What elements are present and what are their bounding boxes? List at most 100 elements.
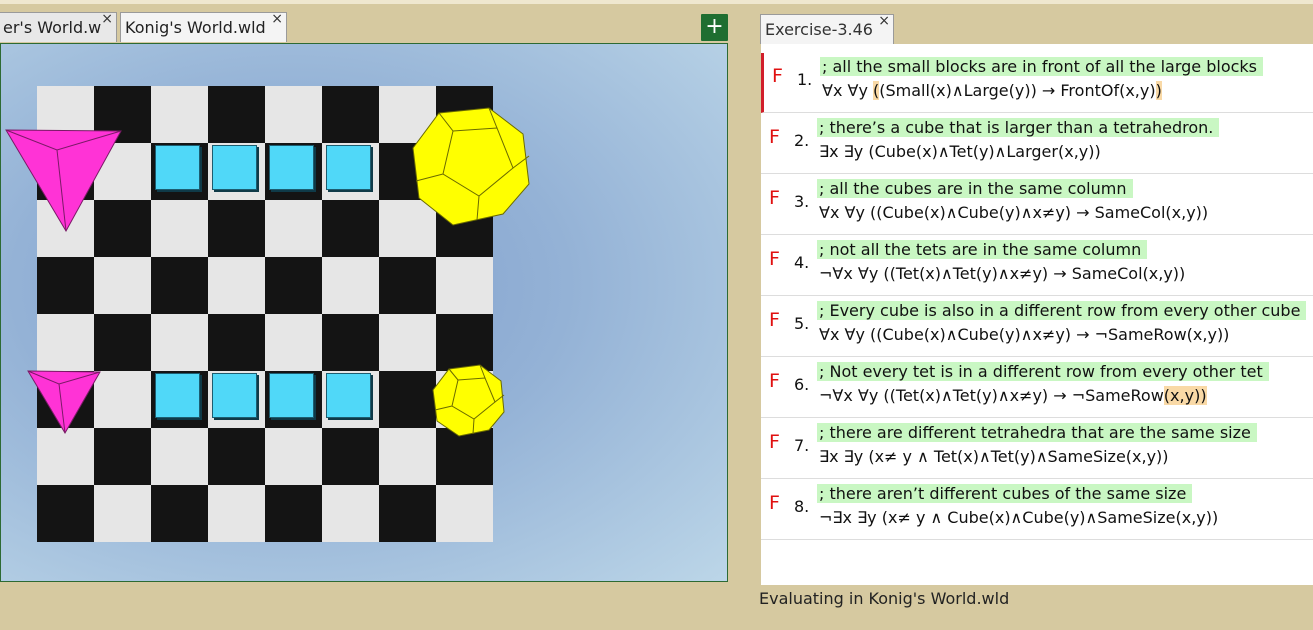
board-square[interactable] bbox=[322, 485, 379, 542]
board-square[interactable] bbox=[436, 314, 493, 371]
cube-block[interactable] bbox=[212, 145, 257, 190]
small-tetrahedron[interactable] bbox=[27, 370, 103, 435]
board-square[interactable] bbox=[436, 485, 493, 542]
sentence-formula[interactable]: ∀x ∀y ((Small(x)∧Large(y)) → FrontOf(x,y… bbox=[822, 81, 1162, 100]
close-icon[interactable]: × bbox=[101, 13, 113, 34]
board-square[interactable] bbox=[151, 86, 208, 143]
cube-block[interactable] bbox=[269, 145, 314, 190]
board-square[interactable] bbox=[265, 86, 322, 143]
board-square[interactable] bbox=[208, 86, 265, 143]
sentence-row[interactable]: F 4. ; not all the tets are in the same co… bbox=[761, 236, 1313, 296]
board-square[interactable] bbox=[265, 428, 322, 485]
board-square[interactable] bbox=[208, 257, 265, 314]
sentence-comment[interactable]: ; there aren’t different cubes of the sa… bbox=[817, 484, 1193, 503]
formula-part: ¬∃x ∃y (x≠ y ∧ Cube(x)∧Cube(y)∧SameSize(… bbox=[819, 508, 1219, 527]
world-canvas[interactable] bbox=[0, 43, 728, 582]
board-square[interactable] bbox=[379, 371, 436, 428]
formula-part: x,y bbox=[1170, 386, 1195, 405]
sentence-comment[interactable]: ; there are different tetrahedra that ar… bbox=[817, 423, 1257, 442]
large-dodecahedron[interactable] bbox=[411, 106, 531, 226]
sentence-comment[interactable]: ; there’s a cube that is larger than a t… bbox=[817, 118, 1220, 137]
sentence-formula[interactable]: ∀x ∀y ((Cube(x)∧Cube(y)∧x≠y) → SameCol(x… bbox=[819, 203, 1208, 222]
board-square[interactable] bbox=[322, 314, 379, 371]
board-square[interactable] bbox=[94, 314, 151, 371]
board-square[interactable] bbox=[208, 485, 265, 542]
cube-block[interactable] bbox=[212, 373, 257, 418]
board-square[interactable] bbox=[208, 200, 265, 257]
board-square[interactable] bbox=[265, 200, 322, 257]
status-text: Evaluating in Konig's World.wld bbox=[759, 589, 1010, 608]
cube-block[interactable] bbox=[155, 145, 200, 190]
board-square[interactable] bbox=[151, 257, 208, 314]
board-square[interactable] bbox=[37, 314, 94, 371]
board-square[interactable] bbox=[379, 485, 436, 542]
close-icon[interactable]: × bbox=[878, 6, 890, 36]
tab-label: Exercise-3.46 bbox=[765, 20, 873, 39]
sentence-formula[interactable]: ¬∀x ∀y ((Tet(x)∧Tet(y)∧x≠y) → SameCol(x,… bbox=[819, 264, 1185, 283]
board-square[interactable] bbox=[322, 428, 379, 485]
sentence-formula[interactable]: ∃x ∃y (Cube(x)∧Tet(y)∧Larger(x,y)) bbox=[819, 142, 1101, 161]
board-square[interactable] bbox=[208, 314, 265, 371]
board-square[interactable] bbox=[94, 428, 151, 485]
sentence-comment[interactable]: ; all the cubes are in the same column bbox=[817, 179, 1133, 198]
board-square[interactable] bbox=[37, 257, 94, 314]
cube-block[interactable] bbox=[326, 373, 371, 418]
top-strip bbox=[0, 0, 742, 4]
board-square[interactable] bbox=[208, 428, 265, 485]
verdict-false: F bbox=[772, 65, 783, 87]
verdict-false: F bbox=[769, 187, 780, 209]
sentence-row[interactable]: F 6. ; Not every tet is in a different row… bbox=[761, 358, 1313, 418]
board-square[interactable] bbox=[151, 314, 208, 371]
formula-part: ∃x ∃y (x≠ y ∧ Tet(x)∧Tet(y)∧SameSize(x,y… bbox=[819, 447, 1169, 466]
small-dodecahedron[interactable] bbox=[432, 364, 506, 438]
formula-part: ∀x ∀y bbox=[822, 81, 873, 100]
sentence-comment[interactable]: ; not all the tets are in the same colum… bbox=[817, 240, 1148, 259]
sentence-formula[interactable]: ∀x ∀y ((Cube(x)∧Cube(y)∧x≠y) → ¬SameRow(… bbox=[819, 325, 1229, 344]
sentence-formula[interactable]: ¬∃x ∃y (x≠ y ∧ Cube(x)∧Cube(y)∧SameSize(… bbox=[819, 508, 1218, 527]
cube-block[interactable] bbox=[326, 145, 371, 190]
large-tetrahedron[interactable] bbox=[5, 128, 125, 234]
board-square[interactable] bbox=[151, 485, 208, 542]
sentence-comment[interactable]: ; Every cube is also in a different row … bbox=[817, 301, 1307, 320]
verdict-false: F bbox=[769, 248, 780, 270]
close-icon[interactable]: × bbox=[271, 13, 283, 34]
verdict-false: F bbox=[769, 126, 780, 148]
board-square[interactable] bbox=[379, 428, 436, 485]
sentence-row[interactable]: F 8. ; there aren’t different cubes of the… bbox=[761, 480, 1313, 540]
formula-part: ∀x ∀y ((Cube(x)∧Cube(y)∧x≠y) → SameCol(x… bbox=[819, 203, 1209, 222]
board-square[interactable] bbox=[379, 314, 436, 371]
board-square[interactable] bbox=[94, 257, 151, 314]
verdict-false: F bbox=[769, 431, 780, 453]
tab-konigs-world[interactable]: Konig's World.wld × bbox=[120, 12, 287, 42]
board-square[interactable] bbox=[265, 314, 322, 371]
sentence-comment[interactable]: ; all the small blocks are in front of a… bbox=[820, 57, 1264, 76]
cube-block[interactable] bbox=[155, 373, 200, 418]
board-square[interactable] bbox=[436, 257, 493, 314]
sentence-row[interactable]: F 2. ; there’s a cube that is larger than … bbox=[761, 114, 1313, 174]
sentence-formula[interactable]: ¬∀x ∀y ((Tet(x)∧Tet(y)∧x≠y) → ¬SameRow(x… bbox=[819, 386, 1207, 405]
sentence-row[interactable]: F 5. ; Every cube is also in a different r… bbox=[761, 297, 1313, 357]
sentence-row[interactable]: F 3. ; all the cubes are in the same colum… bbox=[761, 175, 1313, 235]
tab-other-world[interactable]: er's World.w × bbox=[0, 12, 117, 42]
board-square[interactable] bbox=[37, 485, 94, 542]
cube-block[interactable] bbox=[269, 373, 314, 418]
sentence-number: 7. bbox=[794, 436, 810, 455]
sentence-comment[interactable]: ; Not every tet is in a different row fr… bbox=[817, 362, 1269, 381]
board-square[interactable] bbox=[37, 428, 94, 485]
sentence-row[interactable]: F 7. ; there are different tetrahedra that… bbox=[761, 419, 1313, 479]
board-square[interactable] bbox=[265, 257, 322, 314]
sentence-formula[interactable]: ∃x ∃y (x≠ y ∧ Tet(x)∧Tet(y)∧SameSize(x,y… bbox=[819, 447, 1169, 466]
board-square[interactable] bbox=[322, 257, 379, 314]
tab-exercise[interactable]: Exercise-3.46 × bbox=[760, 13, 894, 44]
board-square[interactable] bbox=[151, 200, 208, 257]
verdict-false: F bbox=[769, 309, 780, 331]
board-square[interactable] bbox=[322, 86, 379, 143]
sentence-number: 1. bbox=[797, 70, 813, 89]
board-square[interactable] bbox=[322, 200, 379, 257]
board-square[interactable] bbox=[151, 428, 208, 485]
sentence-row[interactable]: F 1. ; all the small blocks are in front o… bbox=[761, 53, 1313, 113]
board-square[interactable] bbox=[94, 485, 151, 542]
add-world-button[interactable]: + bbox=[701, 14, 728, 41]
board-square[interactable] bbox=[265, 485, 322, 542]
board-square[interactable] bbox=[379, 257, 436, 314]
